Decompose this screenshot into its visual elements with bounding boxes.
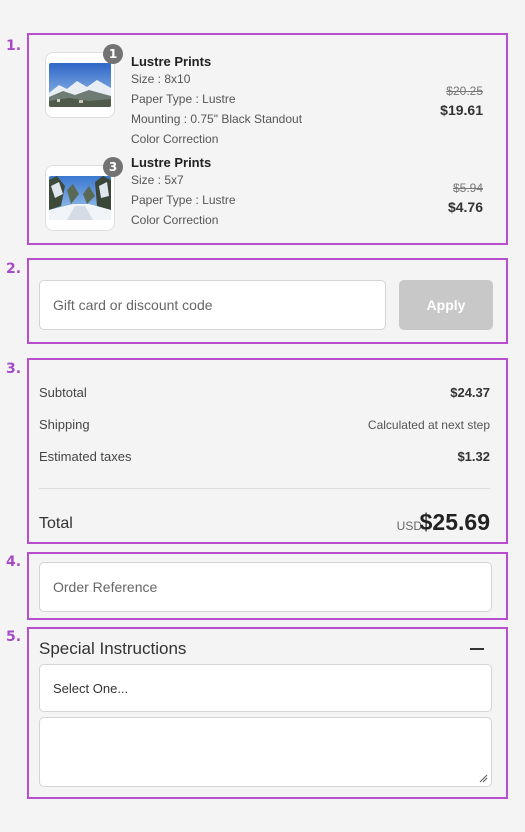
item-price: $4.76	[447, 199, 483, 215]
product-thumbnail: 3	[45, 157, 123, 231]
subtotal-label: Subtotal	[39, 385, 87, 400]
resize-handle-icon[interactable]	[479, 774, 488, 783]
taxes-value: $1.32	[457, 449, 490, 464]
quantity-badge: 3	[103, 157, 123, 177]
item-name: Lustre Prints	[131, 54, 212, 69]
item-detail-correction: Color Correction	[131, 132, 219, 146]
section-marker-2: 2.	[6, 261, 22, 277]
subtotal-value: $24.37	[450, 385, 490, 400]
product-thumbnail: 1	[45, 44, 123, 118]
apply-button[interactable]: Apply	[399, 280, 493, 330]
instructions-select[interactable]: Select One...	[39, 664, 492, 712]
shipping-value: Calculated at next step	[367, 418, 490, 432]
total-value: $25.69	[419, 509, 490, 535]
special-instructions-section: Special Instructions Select One...	[27, 627, 508, 799]
item-detail-size: Size : 8x10	[131, 72, 191, 86]
item-details: Size : 8x10 Paper Type : Lustre Mounting…	[131, 69, 302, 149]
quantity-badge: 1	[103, 44, 123, 64]
item-price: $19.61	[440, 102, 483, 118]
special-instructions-title: Special Instructions	[39, 639, 187, 658]
total-currency: USD	[396, 519, 422, 533]
item-detail-mounting: Mounting : 0.75" Black Standout	[131, 112, 303, 126]
section-marker-5: 5.	[6, 629, 22, 645]
total-label: Total	[39, 515, 73, 532]
item-name: Lustre Prints	[131, 155, 212, 170]
instructions-textarea[interactable]	[39, 717, 492, 787]
cart-item: 1 Lustre Prints Size : 8x10 Paper Type :…	[37, 44, 497, 152]
order-reference-section: Order Reference	[27, 552, 508, 620]
section-marker-1: 1.	[6, 38, 22, 54]
mountain-landscape-photo-icon	[49, 63, 111, 107]
item-details: Size : 5x7 Paper Type : Lustre Color Cor…	[131, 170, 236, 230]
cart-items-section: 1 Lustre Prints Size : 8x10 Paper Type :…	[27, 33, 508, 245]
discount-section: Gift card or discount code Apply	[27, 258, 508, 344]
taxes-label: Estimated taxes	[39, 449, 132, 464]
original-price: $5.94	[452, 181, 483, 195]
collapse-minus-icon[interactable]	[470, 648, 484, 650]
snowy-forest-photo-icon	[49, 176, 111, 220]
item-detail-size: Size : 5x7	[131, 173, 184, 187]
section-marker-4: 4.	[6, 554, 22, 570]
summary-divider	[39, 488, 490, 489]
item-detail-correction: Color Correction	[131, 213, 219, 227]
item-detail-paper: Paper Type : Lustre	[131, 193, 236, 207]
order-summary-section: Subtotal $24.37 Shipping Calculated at n…	[27, 358, 508, 544]
item-detail-paper: Paper Type : Lustre	[131, 92, 236, 106]
shipping-label: Shipping	[39, 417, 90, 432]
cart-item: 3 Lustre Prints Size : 5x7 Paper Type : …	[37, 153, 497, 233]
discount-code-input[interactable]: Gift card or discount code	[39, 280, 386, 330]
order-reference-input[interactable]: Order Reference	[39, 562, 492, 612]
section-marker-3: 3.	[6, 361, 22, 377]
original-price: $20.25	[446, 84, 483, 98]
